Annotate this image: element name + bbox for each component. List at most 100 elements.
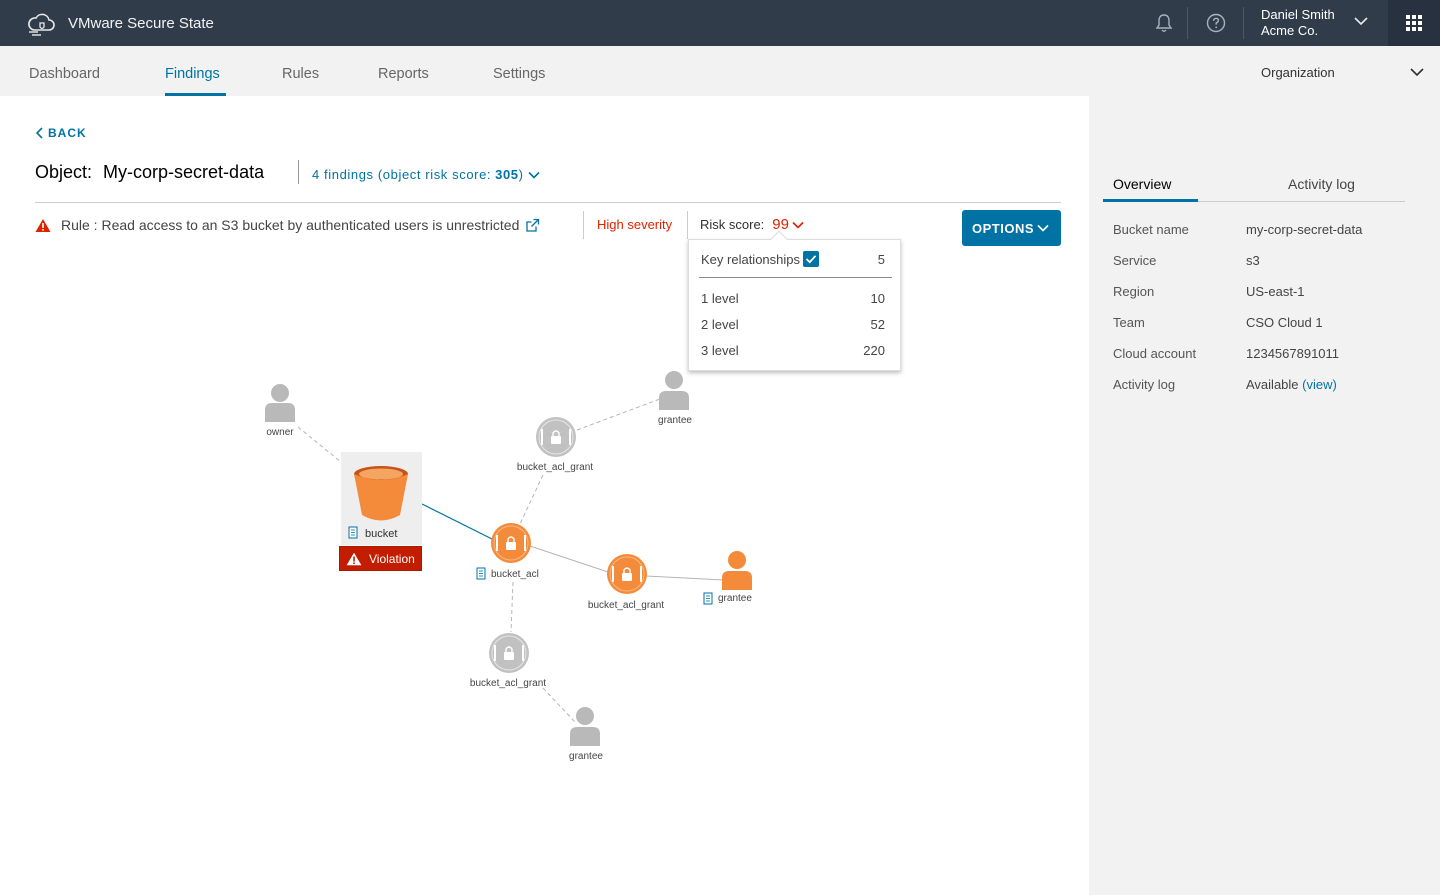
bell-icon[interactable] [1152, 11, 1176, 35]
tab-overview[interactable]: Overview [1113, 176, 1171, 192]
apps-grid-icon [1406, 15, 1422, 31]
object-prefix: Object: [35, 162, 93, 182]
graph-edge [421, 503, 495, 541]
main-nav: Dashboard Findings Rules Reports Setting… [0, 46, 1440, 96]
detail-value: US-east-1 [1246, 284, 1305, 299]
graph-node-grant-mid[interactable]: bucket_acl_grant [588, 554, 664, 611]
warning-triangle-icon [346, 552, 362, 565]
app-header: VMware Secure State Daniel Smith Acme Co… [0, 0, 1440, 46]
graph-edge [542, 687, 576, 723]
detail-label: Service [1113, 253, 1157, 268]
level-value: 220 [863, 343, 885, 358]
activity-status: Available [1246, 377, 1299, 392]
detail-label: Team [1113, 315, 1145, 330]
active-tab-indicator [165, 93, 226, 96]
popup-divider [699, 277, 892, 278]
risk-score-value: 99 [772, 216, 789, 233]
apps-button[interactable] [1388, 0, 1440, 46]
options-label: OPTIONS [972, 220, 1035, 236]
graph-node-grantee-mid[interactable]: grantee [703, 551, 752, 605]
detail-value: CSO Cloud 1 [1246, 315, 1323, 330]
title-divider [298, 160, 299, 184]
brand[interactable]: VMware Secure State [26, 10, 214, 36]
detail-value: s3 [1246, 253, 1260, 268]
node-label: grantee [658, 415, 692, 426]
tab-settings[interactable]: Settings [493, 66, 545, 82]
app-title: VMware Secure State [68, 14, 214, 32]
severity-label: High severity [597, 217, 673, 232]
risk-score-dropdown[interactable]: Risk score: 99 [700, 216, 804, 233]
tab-activity-log[interactable]: Activity log [1288, 176, 1355, 192]
level-label: 2 level [701, 317, 739, 332]
graph-node-bucket[interactable]: bucket [341, 452, 422, 545]
graph-edge [645, 575, 725, 581]
chevron-down-icon [1037, 224, 1049, 232]
back-link[interactable]: BACK [36, 126, 87, 140]
object-name: My-corp-secret-data [103, 162, 265, 182]
header-divider [1187, 7, 1188, 39]
detail-label: Region [1113, 284, 1155, 299]
detail-label: Cloud account [1113, 346, 1197, 361]
relationship-graph: owner grantee bucket_acl_grant bucket bu… [265, 371, 752, 762]
divider [35, 202, 1061, 203]
node-label: bucket_acl_grant [588, 600, 664, 611]
graph-node-bucket-acl[interactable]: bucket_acl [476, 523, 539, 580]
findings-text: 4 findings (object risk score: [312, 167, 492, 182]
cloud-shield-icon [28, 13, 55, 36]
rule-row: Rule : Read access to an S3 bucket by au… [35, 215, 540, 235]
level-label: 3 level [701, 343, 739, 358]
tab-dashboard[interactable]: Dashboard [29, 66, 100, 82]
help-circle-icon[interactable] [1204, 11, 1228, 35]
chevron-left-icon [36, 127, 43, 139]
graph-node-grant-top[interactable]: bucket_acl_grant [517, 417, 593, 473]
popup-header-label: Key relationships [701, 252, 800, 267]
risk-score-label: Risk score: [700, 217, 765, 232]
user-org: Acme Co. [1261, 23, 1319, 38]
user-menu[interactable]: Daniel Smith Acme Co. [1261, 7, 1335, 39]
options-button[interactable]: OPTIONS [962, 210, 1061, 246]
node-label: owner [266, 427, 294, 438]
node-label: bucket [365, 528, 397, 540]
level-value: 10 [870, 291, 885, 306]
popup-level-row[interactable]: 2 level 52 [701, 317, 885, 332]
key-relationships-checkbox[interactable] [803, 251, 819, 267]
popup-header-value: 5 [877, 252, 885, 267]
page-title: Object: My-corp-secret-data [35, 162, 264, 183]
popup-level-row[interactable]: 1 level 10 [701, 291, 885, 306]
violation-badge[interactable]: Violation [339, 546, 422, 571]
graph-node-grant-bottom[interactable]: bucket_acl_grant [470, 633, 546, 689]
chevron-down-icon[interactable] [1354, 16, 1368, 26]
findings-dropdown[interactable]: 4 findings (object risk score: 305 ) [312, 167, 540, 182]
organization-selector[interactable]: Organization [1261, 65, 1335, 80]
active-tab-indicator [1103, 199, 1198, 202]
popup-level-row[interactable]: 3 level 220 [701, 343, 885, 358]
level-value: 52 [870, 317, 885, 332]
graph-edge [297, 426, 342, 463]
tab-findings[interactable]: Findings [165, 66, 220, 82]
rule-divider [583, 211, 584, 239]
details-panel: Overview Activity log Bucket name my-cor… [1089, 96, 1440, 895]
rule-text: Rule : Read access to an S3 bucket by au… [61, 217, 520, 233]
node-label: grantee [569, 751, 603, 762]
chevron-down-icon[interactable] [1410, 67, 1424, 77]
user-name: Daniel Smith [1261, 7, 1335, 22]
graph-edge [510, 581, 514, 633]
findings-score: 305 [495, 167, 519, 182]
graph-node-owner[interactable]: owner [265, 384, 295, 438]
tab-reports[interactable]: Reports [378, 66, 429, 82]
popup-notch [770, 230, 788, 248]
header-divider [1243, 7, 1244, 39]
findings-close: ) [518, 167, 524, 182]
back-label: BACK [48, 126, 87, 140]
graph-node-grantee-bottom[interactable]: grantee [569, 707, 603, 762]
check-icon [805, 255, 817, 264]
graph-node-grantee-top[interactable]: grantee [658, 371, 692, 426]
external-link-icon[interactable] [525, 218, 540, 233]
popup-header-row: Key relationships 5 [701, 252, 885, 267]
detail-label: Bucket name [1113, 222, 1189, 237]
view-activity-link[interactable]: (view) [1302, 377, 1337, 392]
level-label: 1 level [701, 291, 739, 306]
rule-divider [687, 211, 688, 239]
tab-rules[interactable]: Rules [282, 66, 319, 82]
detail-label: Activity log [1113, 377, 1176, 392]
